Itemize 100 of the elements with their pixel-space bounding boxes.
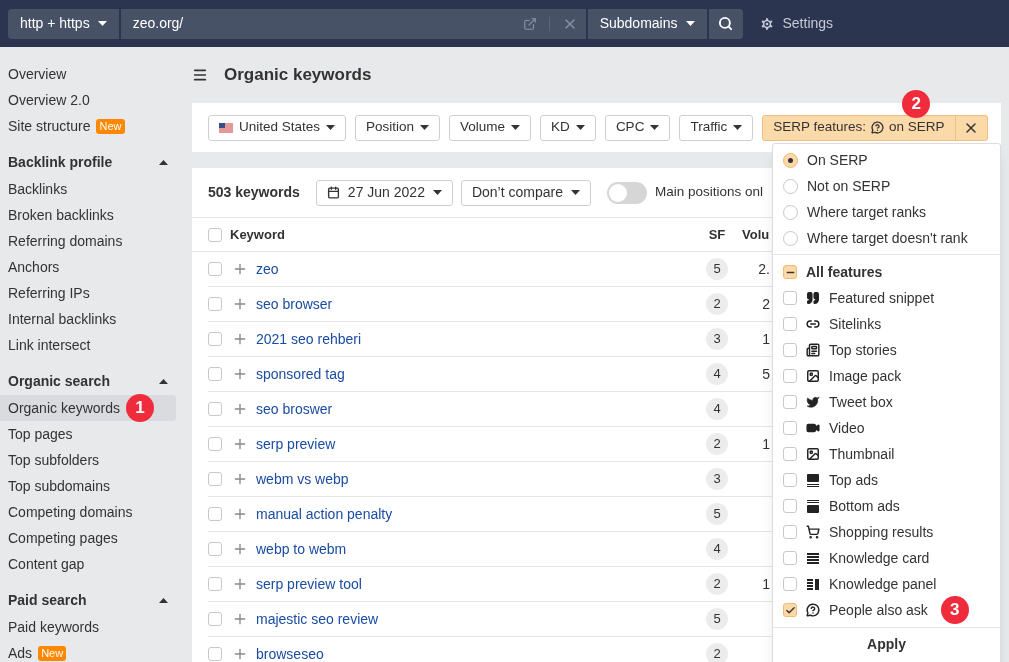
radio-option[interactable]: On SERP xyxy=(773,147,1000,173)
collapse-caret-icon[interactable] xyxy=(159,597,168,603)
radio-option[interactable]: Where target doesn't rank xyxy=(773,225,1000,251)
keyword-link[interactable]: browseseo xyxy=(256,643,706,662)
add-icon[interactable] xyxy=(232,506,248,522)
checkbox[interactable] xyxy=(783,525,797,539)
checkbox[interactable] xyxy=(783,291,797,305)
sidebar-item[interactable]: Site structure New xyxy=(0,113,176,139)
toggle-label: Main positions onl xyxy=(654,183,764,202)
keyword-link[interactable]: sponsored tag xyxy=(256,363,706,385)
checkbox[interactable] xyxy=(208,647,222,661)
sidebar-item[interactable]: Competing pages xyxy=(0,525,176,551)
filter-dropdown[interactable]: United States xyxy=(208,114,347,141)
sidebar-item[interactable]: Top subfolders xyxy=(0,447,176,473)
checkbox[interactable] xyxy=(783,551,797,565)
checkbox[interactable] xyxy=(783,343,797,357)
sidebar-item[interactable]: Internal backlinks xyxy=(0,306,176,332)
serp-features-button[interactable]: SERP features: on SERP xyxy=(763,115,955,140)
radio-option[interactable]: Not on SERP xyxy=(773,173,1000,199)
sidebar-item[interactable]: Link intersect xyxy=(0,332,176,358)
settings-button[interactable]: Settings xyxy=(758,13,834,34)
keyword-link[interactable]: seo browser xyxy=(256,293,706,315)
external-link-icon[interactable] xyxy=(522,16,537,31)
checkbox[interactable] xyxy=(208,332,222,346)
serp-filter[interactable]: SERP features: on SERP xyxy=(762,114,988,141)
keyword-link[interactable]: serp preview tool xyxy=(256,573,706,595)
add-icon[interactable] xyxy=(232,366,248,382)
add-icon[interactable] xyxy=(232,646,248,662)
add-icon[interactable] xyxy=(232,296,248,312)
keyword-link[interactable]: 2021 seo rehberi xyxy=(256,328,706,350)
caret-icon xyxy=(570,190,580,195)
add-icon[interactable] xyxy=(232,611,248,627)
sidebar-item[interactable]: Backlinks xyxy=(0,176,176,202)
checkbox[interactable] xyxy=(208,472,222,486)
scope-select[interactable]: Subdomains xyxy=(587,8,707,39)
checkbox[interactable] xyxy=(208,577,222,591)
keyword-link[interactable]: serp preview xyxy=(256,433,706,455)
add-icon[interactable] xyxy=(232,471,248,487)
checkbox[interactable] xyxy=(208,507,222,521)
add-icon[interactable] xyxy=(232,576,248,592)
date-picker[interactable]: 27 Jun 2022 xyxy=(315,179,453,206)
sidebar-item[interactable]: Ads New xyxy=(0,640,176,662)
checkbox[interactable] xyxy=(208,367,222,381)
checkbox[interactable] xyxy=(783,317,797,331)
toggle-switch[interactable] xyxy=(606,181,647,204)
sidebar-item[interactable]: Referring domains xyxy=(0,228,176,254)
checkbox[interactable] xyxy=(783,499,797,513)
checkbox[interactable] xyxy=(208,612,222,626)
sidebar-item[interactable]: Broken backlinks xyxy=(0,202,176,228)
sidebar-item[interactable]: Organic keywords 1 xyxy=(0,395,176,421)
checkbox[interactable] xyxy=(783,369,797,383)
filter-dropdown[interactable]: KD xyxy=(540,114,596,141)
apply-button[interactable]: Apply xyxy=(867,634,906,655)
checkbox[interactable] xyxy=(783,473,797,487)
keyword-link[interactable]: webp to webm xyxy=(256,538,706,560)
checkbox[interactable] xyxy=(783,447,797,461)
sidebar-item[interactable]: Overview 2.0 xyxy=(0,87,176,113)
sidebar-item[interactable]: Competing domains xyxy=(0,499,176,525)
checkbox[interactable] xyxy=(208,402,222,416)
add-icon[interactable] xyxy=(232,541,248,557)
radio-option[interactable]: Where target ranks xyxy=(773,199,1000,225)
sidebar-item[interactable]: Referring IPs xyxy=(0,280,176,306)
keyword-link[interactable]: zeo xyxy=(256,258,706,280)
sidebar-item[interactable]: Top pages xyxy=(0,421,176,447)
checkbox[interactable] xyxy=(783,603,797,617)
checkbox[interactable] xyxy=(208,437,222,451)
add-icon[interactable] xyxy=(232,401,248,417)
search-button[interactable] xyxy=(708,8,743,39)
collapse-caret-icon[interactable] xyxy=(159,159,168,165)
add-icon[interactable] xyxy=(232,331,248,347)
add-icon[interactable] xyxy=(232,261,248,277)
checkbox[interactable] xyxy=(208,542,222,556)
url-field[interactable]: zeo.org/ xyxy=(120,8,586,39)
menu-icon[interactable] xyxy=(192,67,208,83)
sidebar-item[interactable]: Paid keywords xyxy=(0,614,176,640)
sidebar-item[interactable]: Overview xyxy=(0,61,176,87)
sidebar-item[interactable]: Anchors xyxy=(0,254,176,280)
checkbox[interactable] xyxy=(783,395,797,409)
checkbox[interactable] xyxy=(783,577,797,591)
checkbox[interactable] xyxy=(208,297,222,311)
add-icon[interactable] xyxy=(232,436,248,452)
protocol-select[interactable]: http + https xyxy=(8,8,119,39)
keyword-link[interactable]: webm vs webp xyxy=(256,468,706,490)
filter-dropdown[interactable]: Volume xyxy=(449,114,532,141)
keyword-link[interactable]: seo broswer xyxy=(256,398,706,420)
checkbox[interactable] xyxy=(208,262,222,276)
question-bubble-icon xyxy=(806,603,820,617)
checkbox[interactable] xyxy=(783,421,797,435)
compare-dropdown[interactable]: Don’t compare xyxy=(460,179,591,206)
keyword-link[interactable]: majestic seo review xyxy=(256,608,706,630)
filter-dropdown[interactable]: CPC xyxy=(604,114,671,141)
checkbox[interactable] xyxy=(783,265,797,279)
radio-button[interactable] xyxy=(783,152,798,168)
collapse-caret-icon[interactable] xyxy=(159,378,168,384)
sidebar-item[interactable]: Top subdomains xyxy=(0,473,176,499)
filter-dropdown[interactable]: Position xyxy=(355,114,441,141)
checkbox[interactable] xyxy=(208,227,222,242)
filter-dropdown[interactable]: Traffic xyxy=(679,114,754,141)
keyword-link[interactable]: manual action penalty xyxy=(256,503,706,525)
sidebar-item[interactable]: Content gap xyxy=(0,551,176,577)
